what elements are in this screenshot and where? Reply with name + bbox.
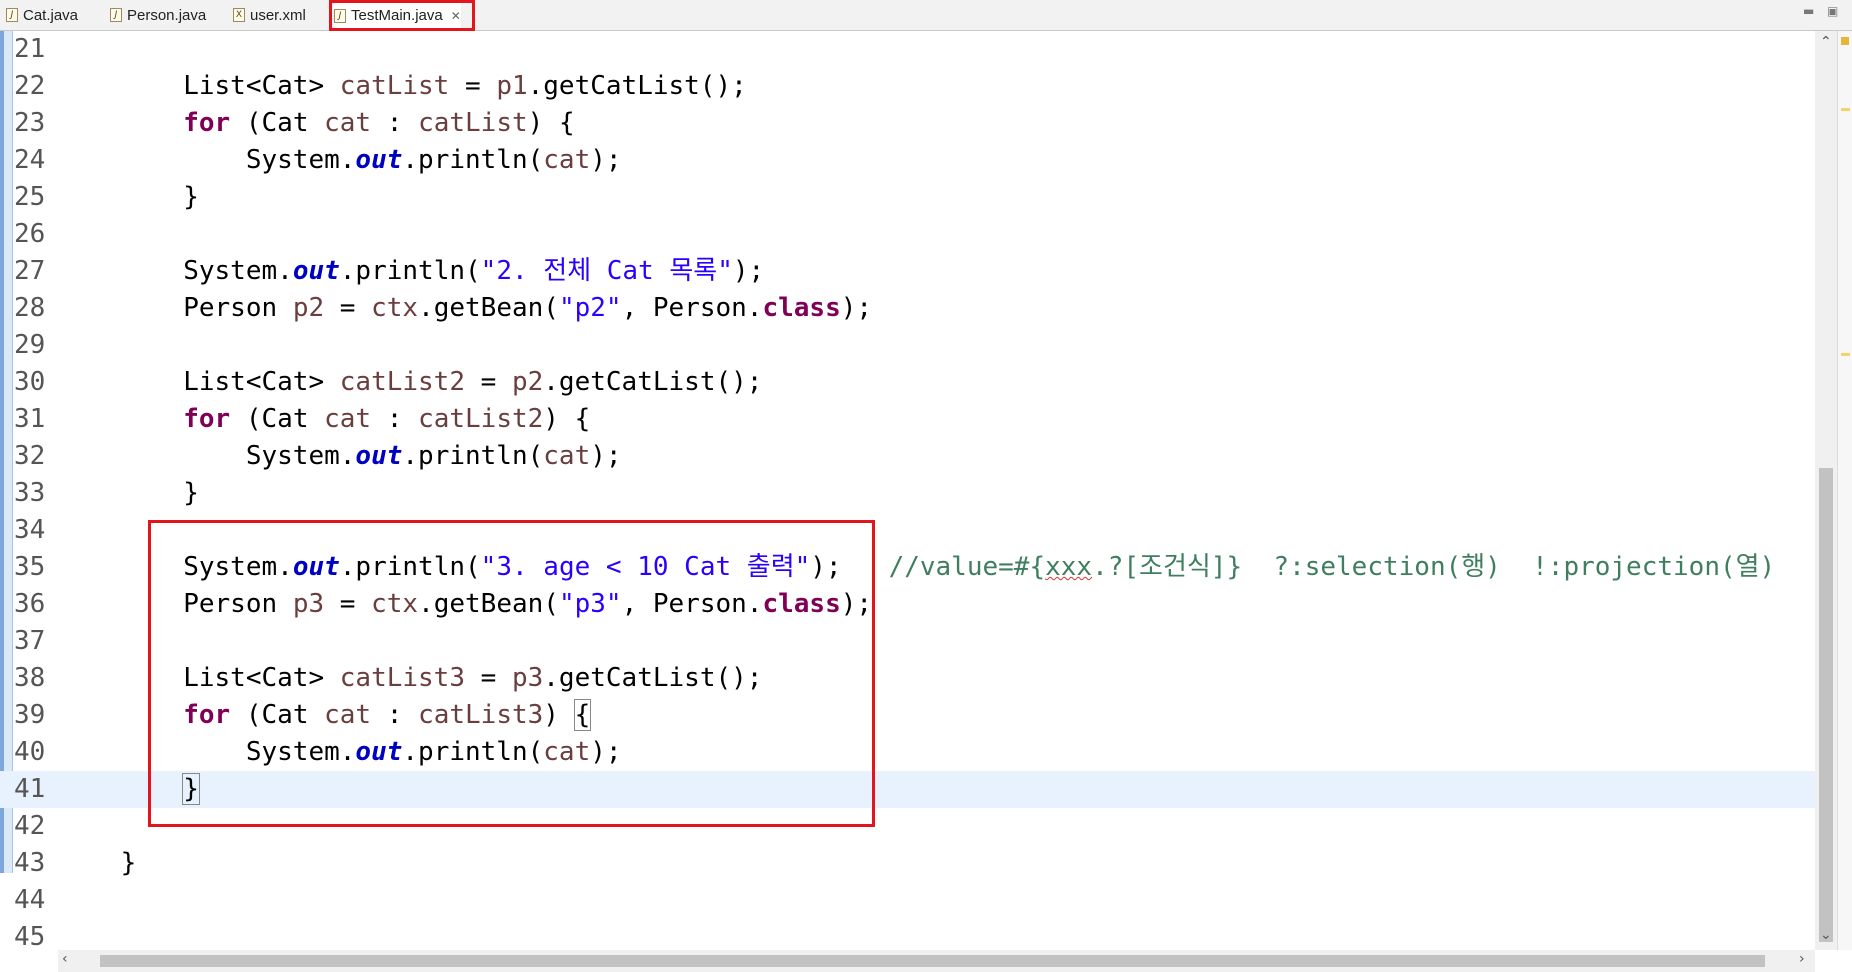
horizontal-scroll-thumb[interactable] — [100, 955, 1765, 967]
minimize-icon[interactable]: ▬ — [1803, 4, 1814, 18]
code-line: 32 System.out.println(cat); — [0, 438, 1815, 475]
line-number: 35 — [14, 552, 46, 582]
line-number: 24 — [14, 145, 46, 175]
code-line: 30 List<Cat> catList2 = p2.getCatList(); — [0, 364, 1815, 401]
java-file-icon: J — [6, 8, 18, 22]
code-text: } — [58, 182, 199, 212]
java-file-icon: J — [110, 8, 122, 22]
code-text: System.out.println(cat); — [58, 441, 622, 471]
code-line: 27 System.out.println("2. 전체 Cat 목록"); — [0, 253, 1815, 290]
code-text: System.out.println(cat); — [58, 145, 622, 175]
code-text: } — [58, 478, 199, 508]
code-line: 22 List<Cat> catList = p1.getCatList(); — [0, 68, 1815, 105]
line-number: 22 — [14, 71, 46, 101]
code-line: 33 } — [0, 475, 1815, 512]
maximize-icon[interactable]: ▣ — [1827, 4, 1838, 18]
line-number: 25 — [14, 182, 46, 212]
tab-cat-java[interactable]: J Cat.java — [6, 0, 78, 30]
code-line: 25 } — [0, 179, 1815, 216]
code-line: 23 for (Cat cat : catList) { — [0, 105, 1815, 142]
line-number: 39 — [14, 700, 46, 730]
line-number: 40 — [14, 737, 46, 767]
line-number: 41 — [14, 774, 46, 804]
code-text: List<Cat> catList = p1.getCatList(); — [58, 71, 747, 101]
line-number: 29 — [14, 330, 46, 360]
code-line: 28 Person p2 = ctx.getBean("p2", Person.… — [0, 290, 1815, 327]
line-number: 26 — [14, 219, 46, 249]
line-number: 27 — [14, 256, 46, 286]
scroll-up-icon[interactable]: ⌃ — [1820, 34, 1832, 50]
scroll-left-icon[interactable]: ‹ — [62, 951, 68, 967]
overview-marker[interactable] — [1841, 353, 1850, 356]
line-number: 21 — [14, 34, 46, 64]
code-line: 24 System.out.println(cat); — [0, 142, 1815, 179]
code-text: for (Cat cat : catList) { — [183, 108, 575, 138]
vertical-scroll-thumb[interactable] — [1819, 468, 1833, 942]
code-line: 31 for (Cat cat : catList2) { — [0, 401, 1815, 438]
code-line: 29 — [0, 327, 1815, 364]
bottom-gutter — [0, 950, 58, 972]
highlight-box-active-tab — [329, 0, 475, 31]
line-number: 32 — [14, 441, 46, 471]
code-line: 43 } — [0, 845, 1815, 882]
code-line: 21 — [0, 31, 1815, 68]
scroll-right-icon[interactable]: › — [1799, 951, 1805, 967]
line-number: 44 — [14, 885, 46, 915]
line-number: 43 — [14, 848, 46, 878]
tab-person-java[interactable]: J Person.java — [110, 0, 206, 30]
line-number: 38 — [14, 663, 46, 693]
code-line: 44 — [0, 882, 1815, 919]
code-text: System.out.println("2. 전체 Cat 목록"); — [58, 256, 765, 286]
code-text: List<Cat> catList2 = p2.getCatList(); — [58, 367, 763, 397]
line-number: 30 — [14, 367, 46, 397]
line-number: 36 — [14, 589, 46, 619]
overview-ruler[interactable] — [1837, 31, 1852, 950]
line-number: 37 — [14, 626, 46, 656]
code-line: 26 — [0, 216, 1815, 253]
xml-file-icon: X — [233, 8, 245, 22]
highlight-box-code-block — [148, 520, 875, 827]
tab-label: Cat.java — [23, 6, 79, 24]
line-number: 33 — [14, 478, 46, 508]
vertical-scrollbar[interactable]: ⌃ ⌄ — [1815, 31, 1837, 950]
line-number: 42 — [14, 811, 46, 841]
tab-label: Person.java — [127, 6, 207, 24]
line-number: 23 — [14, 108, 46, 138]
line-number: 31 — [14, 404, 46, 434]
tab-label: user.xml — [250, 6, 306, 24]
editor-tab-bar: J Cat.java J Person.java X user.xml J Te… — [0, 0, 1852, 31]
code-text: Person p2 = ctx.getBean("p2", Person.cla… — [58, 293, 873, 323]
line-number: 28 — [14, 293, 46, 323]
warning-icon[interactable] — [1841, 37, 1849, 45]
horizontal-scrollbar[interactable]: ‹ › — [58, 950, 1815, 972]
code-text: for (Cat cat : catList2) { — [183, 404, 591, 434]
tab-user-xml[interactable]: X user.xml — [233, 0, 306, 30]
line-number: 34 — [14, 515, 46, 545]
scroll-down-icon[interactable]: ⌄ — [1820, 927, 1832, 943]
overview-marker[interactable] — [1841, 108, 1850, 111]
code-text: } — [58, 848, 137, 878]
